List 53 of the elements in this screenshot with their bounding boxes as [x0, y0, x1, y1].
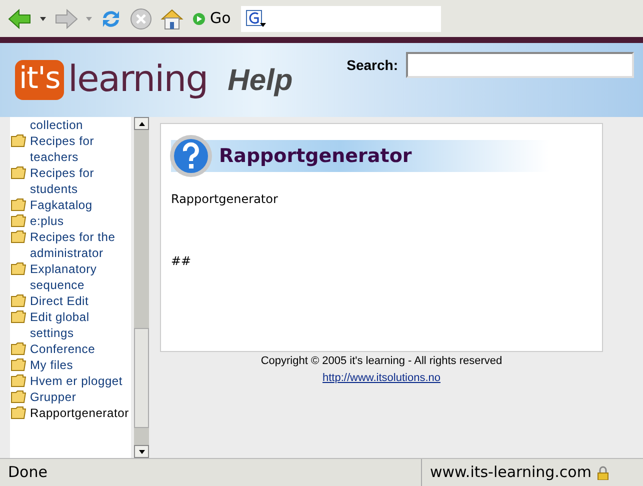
article-heading: Rapportgenerator	[219, 144, 412, 169]
logo-word: learning	[68, 62, 208, 98]
folder-icon	[11, 262, 26, 275]
tree-item[interactable]: Recipes for teachers	[30, 133, 130, 165]
help-search-field[interactable]	[406, 52, 634, 78]
folder-icon	[11, 358, 26, 371]
scrollbar[interactable]	[134, 117, 149, 458]
tree-item[interactable]: Fagkatalog	[30, 197, 130, 213]
folder-icon	[11, 406, 26, 419]
padlock-icon	[597, 466, 610, 480]
home-icon[interactable]	[160, 8, 184, 30]
article-text: Rapportgenerator	[171, 191, 279, 208]
copyright-text: Copyright © 2005 it's learning - All rights reserved	[260, 354, 504, 369]
forward-arrow-icon[interactable]	[54, 8, 78, 30]
folder-icon	[11, 342, 26, 355]
search-field[interactable]	[240, 6, 441, 32]
caret-icon[interactable]	[40, 16, 46, 20]
back-arrow-icon[interactable]	[8, 8, 32, 30]
tree-item[interactable]: My files	[30, 357, 130, 373]
go-button[interactable]: Go	[192, 7, 231, 30]
tree-item[interactable]: Grupper	[30, 389, 130, 405]
tree-item[interactable]: Recipes for students	[30, 165, 130, 197]
tree-item[interactable]: Conference	[30, 341, 130, 357]
folder-icon	[11, 198, 26, 211]
folder-icon	[11, 294, 26, 307]
tree-item[interactable]: Edit global settings	[30, 309, 130, 341]
search-label: Search:	[346, 56, 398, 74]
scroll-up-icon[interactable]	[138, 122, 144, 126]
tree-item[interactable]: Explanatory sequence	[30, 261, 130, 293]
go-icon	[192, 12, 206, 26]
folder-icon	[11, 166, 26, 179]
logo-mark: it's	[15, 60, 64, 100]
tree-item[interactable]: Direct Edit	[30, 293, 130, 309]
folder-icon	[11, 390, 26, 403]
scroll-down-icon[interactable]	[138, 450, 144, 454]
folder-icon	[11, 134, 26, 147]
search-engine-icon[interactable]	[246, 10, 266, 28]
stop-icon[interactable]	[130, 8, 152, 30]
folder-icon	[11, 374, 26, 387]
article-text: ##	[171, 253, 192, 270]
tree-item[interactable]: Rapportgenerator	[30, 405, 130, 421]
question-mark-icon	[169, 134, 213, 178]
tree-item[interactable]: collection	[30, 117, 130, 133]
help-title: Help	[228, 62, 293, 98]
tree-item[interactable]: e:plus	[30, 213, 130, 229]
folder-icon	[11, 230, 26, 243]
website-link[interactable]: http://www.itsolutions.no	[322, 370, 440, 386]
folder-icon	[11, 310, 26, 323]
folder-icon	[11, 214, 26, 227]
tree-item[interactable]: Hvem er plogget	[30, 373, 130, 389]
site-address: www.its-learning.com	[430, 462, 592, 484]
status-text: Done	[7, 462, 48, 484]
tree-item[interactable]: Recipes for the administrator	[30, 229, 130, 261]
